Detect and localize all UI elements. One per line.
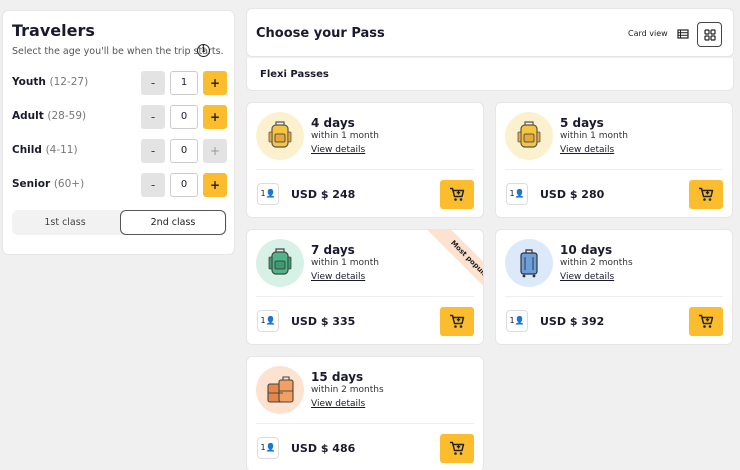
pass-header: Choose your Pass Card view bbox=[246, 8, 734, 57]
card-view-button[interactable] bbox=[697, 22, 722, 47]
list-view-icon bbox=[677, 29, 689, 39]
add-to-cart-button[interactable] bbox=[440, 307, 474, 336]
add-to-cart-button[interactable] bbox=[689, 307, 723, 336]
passenger-count: 1👤 bbox=[506, 183, 528, 205]
backpack-icon bbox=[517, 121, 541, 148]
pass-card-5-days[interactable]: 5 days within 1 month View details 1👤 US… bbox=[495, 102, 733, 218]
cart-icon bbox=[450, 187, 465, 201]
passenger-count: 1👤 bbox=[257, 310, 279, 332]
view-details-link[interactable]: View details bbox=[311, 272, 365, 282]
travelers-title: Travelers bbox=[12, 21, 95, 40]
passenger-count: 1👤 bbox=[506, 310, 528, 332]
pass-days: 4 days bbox=[311, 116, 355, 130]
pass-price: USD $ 392 bbox=[540, 315, 605, 328]
senior-plus-button[interactable]: + bbox=[203, 173, 227, 197]
pass-price: USD $ 335 bbox=[291, 315, 356, 328]
pass-validity: within 2 months bbox=[311, 385, 384, 395]
cart-icon bbox=[450, 314, 465, 328]
pass-price: USD $ 486 bbox=[291, 442, 356, 455]
senior-minus-button[interactable]: - bbox=[141, 173, 165, 197]
traveler-label: Senior (60+) bbox=[12, 178, 85, 190]
child-plus-button[interactable]: + bbox=[203, 139, 227, 163]
card-divider bbox=[256, 423, 474, 424]
passenger-count: 1👤 bbox=[257, 437, 279, 459]
pass-card-10-days[interactable]: 10 days within 2 months View details 1👤 … bbox=[495, 229, 733, 345]
youth-quantity-field[interactable]: 1 bbox=[170, 71, 198, 95]
pass-validity: within 1 month bbox=[311, 258, 379, 268]
traveler-row-senior: Senior (60+) - 0 + bbox=[12, 173, 227, 197]
traveler-row-adult: Adult (28-59) - 0 + bbox=[12, 105, 227, 129]
pass-days: 5 days bbox=[560, 116, 604, 130]
suitcase-icon bbox=[520, 249, 538, 278]
child-minus-button[interactable]: - bbox=[141, 139, 165, 163]
pass-thumbnail bbox=[505, 112, 553, 160]
section-title: Flexi Passes bbox=[260, 69, 329, 80]
view-label: Card view bbox=[628, 29, 668, 38]
view-details-link[interactable]: View details bbox=[560, 272, 614, 282]
adult-plus-button[interactable]: + bbox=[203, 105, 227, 129]
traveler-label: Youth (12-27) bbox=[12, 76, 89, 88]
pass-price: USD $ 280 bbox=[540, 188, 605, 201]
pass-validity: within 1 month bbox=[560, 131, 628, 141]
view-details-link[interactable]: View details bbox=[311, 399, 365, 409]
adult-quantity-field[interactable]: 0 bbox=[170, 105, 198, 129]
grid-view-icon bbox=[704, 29, 716, 41]
green-backpack-icon bbox=[268, 248, 292, 275]
adult-minus-button[interactable]: - bbox=[141, 105, 165, 129]
card-divider bbox=[505, 296, 723, 297]
pass-days: 10 days bbox=[560, 243, 613, 257]
pass-validity: within 2 months bbox=[560, 258, 633, 268]
view-details-link[interactable]: View details bbox=[311, 145, 365, 155]
card-divider bbox=[256, 296, 474, 297]
luggage-icon bbox=[267, 376, 294, 403]
pass-thumbnail bbox=[505, 239, 553, 287]
pass-card-7-days[interactable]: Most popular 7 days within 1 month View … bbox=[246, 229, 484, 345]
pass-days: 15 days bbox=[311, 370, 364, 384]
cart-icon bbox=[450, 441, 465, 455]
pass-validity: within 1 month bbox=[311, 131, 379, 141]
add-to-cart-button[interactable] bbox=[440, 180, 474, 209]
pass-card-4-days[interactable]: 4 days within 1 month View details 1👤 US… bbox=[246, 102, 484, 218]
page-title: Choose your Pass bbox=[256, 26, 385, 41]
child-quantity-field[interactable]: 0 bbox=[170, 139, 198, 163]
card-divider bbox=[256, 169, 474, 170]
first-class-option[interactable]: 1st class bbox=[12, 210, 118, 235]
list-view-button[interactable] bbox=[671, 22, 696, 47]
youth-plus-button[interactable]: + bbox=[203, 71, 227, 95]
senior-quantity-field[interactable]: 0 bbox=[170, 173, 198, 197]
pass-price: USD $ 248 bbox=[291, 188, 356, 201]
backpack-icon bbox=[268, 121, 292, 148]
pass-thumbnail bbox=[256, 366, 304, 414]
flexi-section-header: Flexi Passes bbox=[246, 58, 734, 91]
cart-icon bbox=[699, 187, 714, 201]
pass-card-15-days[interactable]: 15 days within 2 months View details 1👤 … bbox=[246, 356, 484, 470]
traveler-label: Child (4-11) bbox=[12, 144, 78, 156]
traveler-row-child: Child (4-11) - 0 + bbox=[12, 139, 227, 163]
youth-minus-button[interactable]: - bbox=[141, 71, 165, 95]
add-to-cart-button[interactable] bbox=[440, 434, 474, 463]
travelers-panel: Travelers Select the age you'll be when … bbox=[2, 10, 235, 255]
add-to-cart-button[interactable] bbox=[689, 180, 723, 209]
class-selector: 1st class 2nd class bbox=[12, 210, 227, 235]
cart-icon bbox=[699, 314, 714, 328]
pass-thumbnail bbox=[256, 112, 304, 160]
pass-days: 7 days bbox=[311, 243, 355, 257]
card-divider bbox=[505, 169, 723, 170]
traveler-row-youth: Youth (12-27) - 1 + bbox=[12, 71, 227, 95]
info-icon[interactable]: i bbox=[197, 44, 210, 57]
passenger-count: 1👤 bbox=[257, 183, 279, 205]
pass-thumbnail bbox=[256, 239, 304, 287]
most-popular-badge: Most popular bbox=[425, 230, 483, 306]
traveler-label: Adult (28-59) bbox=[12, 110, 87, 122]
second-class-option[interactable]: 2nd class bbox=[120, 210, 226, 235]
view-details-link[interactable]: View details bbox=[560, 145, 614, 155]
travelers-subtitle: Select the age you'll be when the trip s… bbox=[12, 46, 224, 57]
